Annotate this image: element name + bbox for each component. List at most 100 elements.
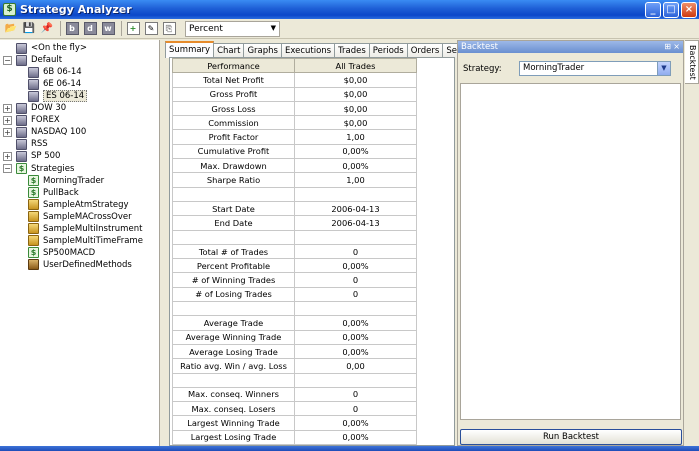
title-bar[interactable]: $ Strategy Analyzer _ □ × [0, 0, 699, 19]
table-row[interactable]: Average Winning Trade 0,00% [172, 329, 417, 345]
table-row[interactable]: Total # of Trades 0 [172, 243, 417, 260]
script-icon [28, 199, 39, 211]
window-title: Strategy Analyzer [20, 3, 132, 16]
maximize-button[interactable]: □ [663, 1, 679, 18]
tree-item[interactable]: ES 06-14 [28, 90, 88, 103]
summary-grid[interactable]: Performance All Trades Total Net Profit $… [169, 57, 455, 446]
metric-value-cell: 0 [294, 272, 417, 288]
table-row[interactable]: Commission $0,00 [172, 115, 417, 131]
pin-icon[interactable]: 📌 [39, 21, 55, 37]
tree-item[interactable]: $ SP500MACD [28, 247, 95, 259]
table-row[interactable]: Start Date 2006-04-13 [172, 200, 417, 217]
tree-item[interactable]: SampleMultiInstrument [28, 223, 142, 235]
expand-toggle-icon[interactable]: + [3, 127, 12, 137]
table-row[interactable]: # of Winning Trades 0 [172, 272, 417, 288]
w-button[interactable]: w [100, 21, 116, 37]
table-row[interactable]: Gross Profit $0,00 [172, 86, 417, 102]
column-header-performance[interactable]: Performance [172, 58, 295, 74]
b-button[interactable]: b [64, 21, 80, 37]
tree-item[interactable]: DOW 30 [16, 102, 66, 114]
metric-name-cell [172, 229, 295, 245]
d-icon: d [83, 22, 97, 35]
table-row[interactable]: Ratio avg. Win / avg. Loss 0,00 [172, 358, 417, 374]
table-row[interactable]: Largest Losing Trade 0,00% [172, 429, 417, 445]
display-mode-value: Percent [189, 23, 223, 34]
tree-item[interactable]: $ PullBack [28, 187, 79, 199]
tree-item[interactable]: $ MorningTrader [28, 175, 104, 187]
backtest-parameters-area[interactable] [460, 83, 681, 420]
metric-value-cell: 0,00% [294, 415, 417, 431]
table-row[interactable] [172, 186, 417, 202]
tree-item-label: SampleMultiInstrument [43, 223, 143, 234]
table-row[interactable]: Percent Profitable 0,00% [172, 258, 417, 274]
table-row[interactable]: Sharpe Ratio 1,00 [172, 172, 417, 188]
minimize-button[interactable]: _ [645, 1, 661, 18]
strategy-select[interactable]: MorningTrader ▼ [519, 61, 671, 76]
metric-value-cell: $0,00 [294, 86, 417, 102]
tab-graphs[interactable]: Graphs [243, 43, 282, 58]
tree-item[interactable]: SampleMACrossOver [28, 211, 132, 223]
tab-periods[interactable]: Periods [368, 43, 408, 58]
d-button[interactable]: d [82, 21, 98, 37]
table-row[interactable]: # of Losing Trades 0 [172, 286, 417, 303]
table-row[interactable]: Largest Winning Trade 0,00% [172, 415, 417, 431]
table-row[interactable]: Profit Factor 1,00 [172, 129, 417, 145]
tree-item[interactable]: UserDefinedMethods [28, 259, 132, 271]
display-mode-select[interactable]: Percent ▼ [185, 20, 280, 37]
tree-item[interactable]: FOREX [16, 114, 60, 126]
tree-item[interactable]: 6E 06-14 [28, 78, 81, 90]
tree-item[interactable]: SampleAtmStrategy [28, 199, 129, 211]
table-row[interactable]: Total Net Profit $0,00 [172, 72, 417, 88]
expand-toggle-icon[interactable]: − [3, 164, 12, 173]
expand-toggle-icon[interactable]: + [3, 115, 12, 125]
tab-orders[interactable]: Orders [406, 43, 444, 58]
open-folder-icon[interactable]: 📂 [3, 21, 19, 37]
chevron-down-icon[interactable]: ▼ [657, 62, 670, 75]
close-button[interactable]: × [681, 1, 697, 18]
tree-item[interactable]: <On the fly> [16, 42, 87, 54]
tree-item[interactable]: RSS [16, 138, 48, 150]
metric-name-cell [172, 301, 295, 317]
tree-item[interactable]: 6B 06-14 [28, 66, 82, 78]
run-backtest-button[interactable]: Run Backtest [460, 429, 682, 445]
b-icon: b [65, 22, 79, 35]
tree-item-label: RSS [31, 139, 48, 150]
delete-button[interactable]: ⎘ [161, 21, 177, 37]
instrument-strategy-tree[interactable]: <On the fly> − Default 6B 06-14 6E 06-14 ES 0… [0, 40, 160, 446]
backtest-panel: Backtest ⊞ × Strategy: MorningTrader ▼ R… [457, 40, 684, 446]
table-row[interactable]: End Date 2006-04-13 [172, 215, 417, 231]
pin-icon[interactable]: ⊞ [664, 41, 671, 53]
tree-item[interactable]: NASDAQ 100 [16, 126, 86, 138]
backtest-panel-header[interactable]: Backtest ⊞ × [458, 41, 683, 53]
tree-item[interactable]: Default [16, 54, 62, 66]
table-row[interactable]: Max. conseq. Winners 0 [172, 386, 417, 403]
table-row[interactable]: Cumulative Profit 0,00% [172, 143, 417, 160]
column-header-all-trades[interactable]: All Trades [294, 58, 417, 74]
backtest-side-tab[interactable]: Backtest [685, 40, 699, 84]
expand-toggle-icon[interactable]: + [3, 103, 12, 113]
table-row[interactable] [172, 229, 417, 245]
add-button[interactable]: + [125, 21, 141, 37]
metric-value-cell: 0,00% [294, 429, 417, 445]
tab-executions[interactable]: Executions [280, 43, 336, 58]
edit-button[interactable]: ✎ [143, 21, 159, 37]
instrument-list-icon [16, 138, 27, 150]
save-icon[interactable]: 💾 [21, 21, 37, 37]
tree-item[interactable]: SampleMultiTimeFrame [28, 235, 143, 247]
expand-toggle-icon[interactable]: − [3, 55, 12, 65]
tree-item[interactable]: SP 500 [16, 150, 60, 162]
metric-value-cell [294, 229, 417, 245]
tree-item[interactable]: $ Strategies [16, 163, 74, 175]
table-row[interactable]: Average Trade 0,00% [172, 315, 417, 331]
tab-chart[interactable]: Chart [213, 43, 245, 58]
tab-summary[interactable]: Summary [165, 41, 215, 58]
table-row[interactable]: Max. conseq. Losers 0 [172, 401, 417, 417]
table-row[interactable]: Gross Loss $0,00 [172, 100, 417, 117]
table-row[interactable]: Average Losing Trade 0,00% [172, 343, 417, 360]
close-icon[interactable]: × [673, 41, 680, 53]
table-row[interactable] [172, 372, 417, 388]
table-row[interactable] [172, 301, 417, 317]
tab-trades[interactable]: Trades [334, 43, 370, 58]
table-row[interactable]: Max. Drawdown 0,00% [172, 158, 417, 174]
expand-toggle-icon[interactable]: + [3, 151, 12, 161]
